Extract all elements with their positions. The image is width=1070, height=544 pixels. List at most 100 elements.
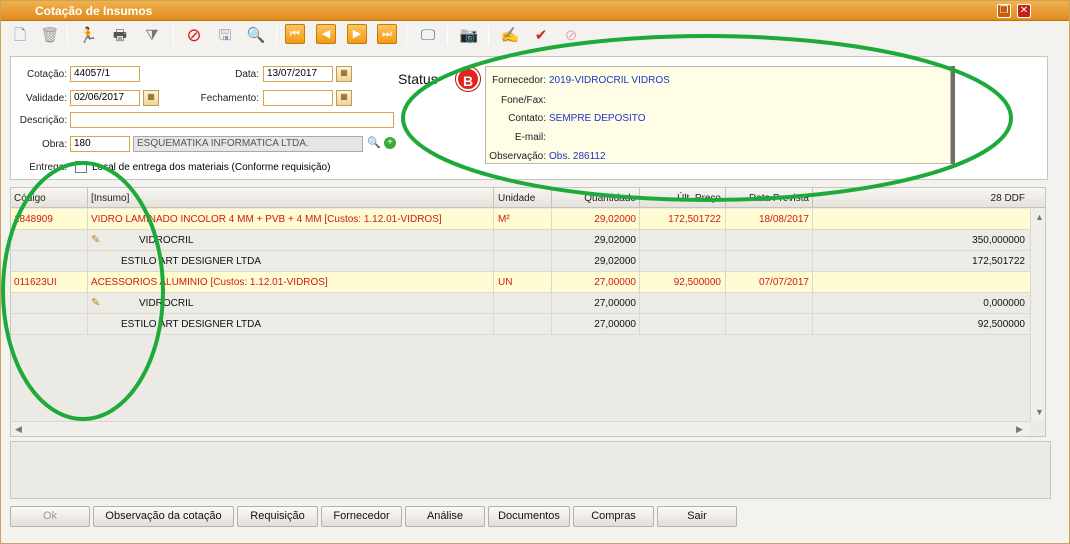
table-row[interactable]: 1848909 VIDRO LAMINADO INCOLOR 4 MM + PV… (11, 209, 1031, 230)
row-insumo: VIDROCRIL (139, 298, 194, 309)
cancel-icon[interactable]: ⊘ (183, 24, 205, 46)
approve-check-icon[interactable]: ✔ (530, 24, 552, 46)
email-label: E-mail: (514, 132, 546, 143)
ok-button[interactable]: Ok (10, 506, 90, 527)
row-insumo: ESTILO ART DESIGNER LTDA (121, 319, 262, 330)
descricao-field[interactable] (70, 112, 394, 128)
fechamento-label: Fechamento: (200, 93, 259, 104)
col-insumo[interactable]: [Insumo] (91, 193, 129, 204)
vertical-scrollbar[interactable]: ▲ ▼ (1030, 209, 1045, 421)
restore-icon[interactable]: ❐ (997, 4, 1011, 18)
row-quantidade: 27,00000 (594, 319, 636, 330)
fornecedor-label: Fornecedor: (492, 75, 546, 86)
fone-label: Fone/Fax: (500, 95, 546, 106)
sair-button[interactable]: Sair (657, 506, 737, 527)
toolbar: 🗋 🗑 🏃 🖶 ⧩ ⊘ 🖫 🔍 ⏮ ◀ ▶ ⏭ 🖵 📷 ✍ ✔ ⊘ (3, 22, 1063, 50)
documentos-button[interactable]: Documentos (488, 506, 570, 527)
row-codigo: 1848909 (14, 214, 53, 225)
scroll-up-icon[interactable]: ▲ (1035, 212, 1044, 222)
row-insumo: VIDRO LAMINADO INCOLOR 4 MM + PVB + 4 MM… (91, 214, 442, 225)
save-icon[interactable]: 🖫 (214, 24, 236, 46)
row-data-prevista: 07/07/2017 (758, 277, 809, 288)
table-row[interactable]: ✎ VIDROCRIL 29,02000 350,000000 (11, 230, 1031, 251)
print-icon[interactable]: 🖶 (109, 24, 131, 46)
row-unidade: M² (498, 214, 510, 225)
row-ult-preco: 92,500000 (673, 277, 721, 288)
items-grid: Código [Insumo] Unidade Quantidade Últ. … (10, 187, 1046, 437)
requisicao-button[interactable]: Requisição (237, 506, 318, 527)
table-row[interactable]: ESTILO ART DESIGNER LTDA 27,00000 92,500… (11, 314, 1031, 335)
filter-icon[interactable]: ⧩ (141, 24, 163, 46)
validade-field[interactable]: 02/06/2017 (70, 90, 140, 106)
cotacao-window: Cotação de Insumos ❐ ✕ 🗋 🗑 🏃 🖶 ⧩ ⊘ 🖫 🔍 ⏮… (0, 0, 1070, 544)
col-codigo[interactable]: Código (14, 193, 46, 204)
add-icon[interactable]: + (384, 137, 396, 149)
previous-icon[interactable]: ◀ (316, 24, 336, 44)
cotacao-field[interactable]: 44057/1 (70, 66, 140, 82)
row-quantidade: 27,00000 (594, 277, 636, 288)
search-icon[interactable]: 🔍 (367, 136, 381, 149)
row-ult-preco: 172,501722 (668, 214, 721, 225)
delete-icon[interactable]: 🗑 (39, 24, 61, 46)
note-icon[interactable]: ✎ (91, 233, 105, 247)
row-insumo: ACESSORIOS ALUMINIO [Custos: 1.12.01-VID… (91, 277, 328, 288)
calendar-icon[interactable]: ▦ (143, 90, 159, 106)
first-icon[interactable]: ⏮ (285, 24, 305, 44)
row-quantidade: 29,02000 (594, 214, 636, 225)
calendar-icon[interactable]: ▦ (336, 90, 352, 106)
analise-button[interactable]: Análise (405, 506, 485, 527)
col-quantidade[interactable]: Quantidade (556, 193, 636, 204)
descricao-label: Descrição: (19, 115, 67, 126)
row-codigo: 011623UI (14, 277, 57, 288)
title-bar: Cotação de Insumos ❐ ✕ (1, 1, 1069, 21)
last-icon[interactable]: ⏭ (377, 24, 397, 44)
observacao-value: Obs. 286112 (549, 151, 606, 162)
status-badge: B (456, 67, 480, 91)
window-title: Cotação de Insumos (35, 4, 153, 18)
header-panel: Cotação: 44057/1 Data: 13/07/2017 ▦ Vali… (10, 56, 1048, 180)
validade-label: Validade: (26, 93, 67, 104)
search-icon[interactable]: 🔍 (245, 24, 267, 46)
entrega-checkbox[interactable] (75, 161, 87, 173)
new-document-icon[interactable]: 🗋 (9, 24, 31, 46)
table-row[interactable]: ESTILO ART DESIGNER LTDA 29,02000 172,50… (11, 251, 1031, 272)
note-icon[interactable]: ✎ (91, 296, 105, 310)
fechamento-field[interactable] (263, 90, 333, 106)
disapprove-icon[interactable]: ⊘ (560, 24, 582, 46)
data-label: Data: (235, 69, 259, 80)
col-ddf[interactable]: 28 DDF (817, 193, 1025, 204)
next-icon[interactable]: ▶ (347, 24, 367, 44)
table-row[interactable]: ✎ VIDROCRIL 27,00000 0,000000 (11, 293, 1031, 314)
row-ddf: 172,501722 (972, 256, 1025, 267)
camera-icon[interactable]: 📷 (458, 24, 480, 46)
supplier-box: Fornecedor: 2019-VIDROCRIL VIDROS Fone/F… (485, 66, 951, 164)
row-unidade: UN (498, 277, 513, 288)
scroll-left-icon[interactable]: ◀ (15, 424, 22, 435)
compras-button[interactable]: Compras (573, 506, 654, 527)
screen-icon[interactable]: 🖵 (417, 24, 439, 46)
calendar-icon[interactable]: ▦ (336, 66, 352, 82)
obra-name-field: ESQUEMATIKA INFORMATICA LTDA. (133, 136, 363, 152)
status-label: Status (398, 71, 438, 87)
contato-label: Contato: (508, 113, 546, 124)
row-ddf: 0,000000 (983, 298, 1025, 309)
scroll-right-icon[interactable]: ▶ (1016, 424, 1023, 435)
row-insumo: ESTILO ART DESIGNER LTDA (121, 256, 262, 267)
observacao-cotacao-button[interactable]: Observação da cotação (93, 506, 234, 527)
col-data-prevista[interactable]: Data Prevista (729, 193, 809, 204)
table-row[interactable]: 011623UI ACESSORIOS ALUMINIO [Custos: 1.… (11, 272, 1031, 293)
close-icon[interactable]: ✕ (1017, 4, 1031, 18)
col-unidade[interactable]: Unidade (498, 193, 535, 204)
run-icon[interactable]: 🏃 (77, 24, 99, 46)
cotacao-label: Cotação: (26, 69, 67, 80)
horizontal-scrollbar[interactable]: ◀ ▶ (11, 421, 1030, 436)
observation-area[interactable] (10, 441, 1051, 499)
scroll-down-icon[interactable]: ▼ (1035, 407, 1044, 417)
row-data-prevista: 18/08/2017 (758, 214, 809, 225)
entrega-label: Entrega: (29, 162, 67, 173)
obra-code-field[interactable]: 180 (70, 136, 130, 152)
data-field[interactable]: 13/07/2017 (263, 66, 333, 82)
approve-icon[interactable]: ✍ (499, 24, 521, 46)
fornecedor-button[interactable]: Fornecedor (321, 506, 402, 527)
col-ult-preco[interactable]: Últ. Preço (643, 193, 721, 204)
